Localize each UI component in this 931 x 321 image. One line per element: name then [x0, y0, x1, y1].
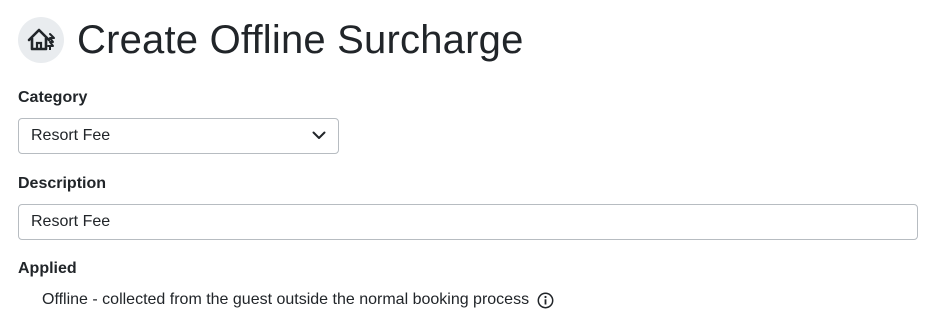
description-label: Description	[18, 175, 107, 192]
page-title: Create Offline Surcharge	[77, 18, 524, 62]
category-label: Category	[18, 89, 88, 106]
applied-option: Offline - collected from the guest outsi…	[42, 291, 554, 309]
category-select[interactable]: Resort Fee	[18, 118, 339, 154]
applied-label: Applied	[18, 260, 77, 277]
description-input[interactable]	[18, 204, 918, 240]
house-surcharge-icon	[18, 17, 64, 63]
chevron-down-icon	[312, 127, 326, 145]
applied-text: Offline - collected from the guest outsi…	[42, 291, 530, 308]
info-icon[interactable]	[537, 292, 554, 309]
category-selected-value: Resort Fee	[31, 127, 111, 144]
page-header: Create Offline Surcharge	[18, 16, 524, 64]
